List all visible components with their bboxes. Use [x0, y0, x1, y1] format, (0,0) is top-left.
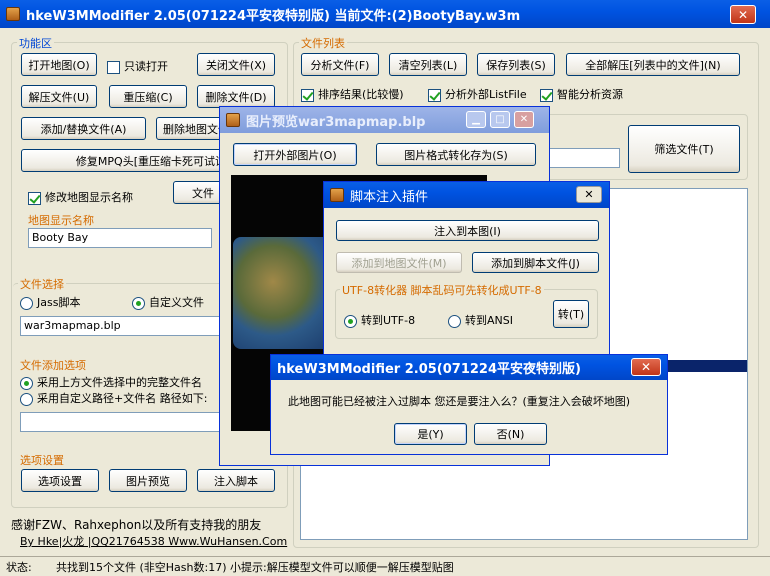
preview-app-icon — [226, 113, 240, 127]
main-title: hkeW3MModifier 2.05(071224平安夜特别版) 当前文件:(… — [26, 8, 521, 24]
open-external-image-button[interactable]: 打开外部图片(O) — [233, 143, 357, 166]
modify-name-checkbox[interactable]: 修改地图显示名称 — [28, 189, 133, 205]
map-name-input[interactable]: Booty Bay — [28, 228, 212, 248]
smart-analyze-label: 智能分析资源 — [557, 88, 623, 101]
inject-titlebar: 脚本注入插件 ✕ — [324, 182, 609, 208]
main-close-button[interactable]: ✕ — [730, 5, 756, 24]
use-custom-path-label: 采用自定义路径+文件名 路径如下: — [37, 392, 208, 405]
use-full-name-radio[interactable]: 采用上方文件选择中的完整文件名 — [20, 374, 202, 390]
custom-file-radio[interactable]: 自定义文件 — [132, 294, 204, 310]
sort-results-checkbox[interactable]: 排序结果(比较慢) — [301, 86, 404, 102]
options-group-label: 选项设置 — [18, 452, 66, 468]
app-icon — [6, 7, 20, 21]
selected-row[interactable] — [665, 360, 747, 372]
fix-mpq-button[interactable]: 修复MPQ头[重压缩卡死可试试 — [21, 149, 231, 172]
preview-titlebar: 图片预览war3mapmap.blp ▁ □ ✕ — [220, 107, 549, 133]
inject-title: 脚本注入插件 — [350, 189, 429, 205]
to-ansi-icon — [448, 314, 461, 328]
utf8-group-label: UTF-8转化器 脚本乱码可先转化成UTF-8 — [340, 282, 544, 298]
map-land-shape — [233, 237, 333, 349]
jass-radio-icon — [20, 296, 33, 310]
preview-title: 图片预览war3mapmap.blp — [246, 114, 426, 130]
to-ansi-radio[interactable]: 转到ANSI — [448, 312, 513, 328]
readonly-label: 只读打开 — [124, 60, 168, 73]
dialog-title: hkeW3MModifier 2.05(071224平安夜特别版) — [277, 362, 581, 377]
analyze-external-checkbox[interactable]: 分析外部ListFile — [428, 86, 527, 102]
dialog-close-button[interactable]: ✕ — [631, 358, 661, 376]
preview-minimize-button[interactable]: ▁ — [466, 111, 486, 128]
main-titlebar: hkeW3MModifier 2.05(071224平安夜特别版) 当前文件:(… — [0, 0, 770, 28]
convert-button[interactable]: 转(T) — [553, 300, 589, 328]
confirm-dialog: hkeW3MModifier 2.05(071224平安夜特别版) ✕ 此地图可… — [270, 354, 668, 455]
preview-close-button[interactable]: ✕ — [514, 111, 534, 128]
to-utf8-radio[interactable]: 转到UTF-8 — [344, 312, 415, 328]
add-options-label: 文件添加选项 — [18, 357, 88, 373]
sort-results-label: 排序结果(比较慢) — [318, 88, 404, 101]
use-full-name-label: 采用上方文件选择中的完整文件名 — [37, 376, 202, 389]
dialog-message: 此地图可能已经被注入过脚本 您还是要注入么？(重复注入会破坏地图) — [288, 395, 631, 408]
custom-path-input[interactable] — [20, 412, 225, 432]
custom-file-radio-icon — [132, 296, 145, 310]
file-select-input[interactable]: war3mapmap.blp — [20, 316, 225, 336]
extract-file-button[interactable]: 解压文件(U) — [21, 85, 97, 108]
status-text: 共找到15个文件 (非空Hash数:17) 小提示:解压模型文件可以顺便一解压模… — [56, 560, 454, 574]
add-replace-button[interactable]: 添加/替换文件(A) — [21, 117, 146, 140]
to-ansi-label: 转到ANSI — [465, 314, 513, 327]
save-list-button[interactable]: 保存列表(S) — [477, 53, 555, 76]
sort-results-icon — [301, 88, 314, 102]
add-to-map-file-button: 添加到地图文件(M) — [336, 252, 462, 273]
analyze-external-label: 分析外部ListFile — [445, 88, 527, 101]
recompress-button[interactable]: 重压缩(C) — [109, 85, 187, 108]
dialog-titlebar: hkeW3MModifier 2.05(071224平安夜特别版) ✕ — [271, 355, 667, 380]
smart-analyze-icon — [540, 88, 553, 102]
delete-file-button[interactable]: 删除文件(D) — [197, 85, 275, 108]
image-preview-button[interactable]: 图片预览 — [109, 469, 187, 492]
readonly-check-icon — [107, 60, 120, 74]
dialog-no-button[interactable]: 否(N) — [474, 423, 547, 445]
filter-input[interactable] — [545, 148, 620, 168]
inject-window: 脚本注入插件 ✕ 注入到本图(I) 添加到地图文件(M) 添加到脚本文件(J) … — [323, 181, 610, 359]
clear-list-button[interactable]: 清空列表(L) — [389, 53, 467, 76]
inject-close-button[interactable]: ✕ — [576, 186, 602, 203]
close-file-button[interactable]: 关闭文件(X) — [197, 53, 275, 76]
analyze-file-button[interactable]: 分析文件(F) — [301, 53, 379, 76]
func-group-label: 功能区 — [17, 35, 54, 51]
to-utf8-icon — [344, 314, 357, 328]
file-select-label: 文件选择 — [18, 276, 66, 292]
readonly-checkbox[interactable]: 只读打开 — [107, 58, 168, 74]
preview-maximize-button[interactable]: □ — [490, 111, 510, 128]
use-full-name-icon — [20, 376, 33, 390]
jass-radio[interactable]: Jass脚本 — [20, 294, 80, 310]
filter-file-button[interactable]: 筛选文件(T) — [628, 125, 740, 173]
to-utf8-label: 转到UTF-8 — [361, 314, 416, 327]
file-list-label: 文件列表 — [299, 35, 347, 51]
extract-all-button[interactable]: 全部解压[列表中的文件](N) — [566, 53, 740, 76]
use-custom-path-icon — [20, 392, 33, 406]
inject-to-map-button[interactable]: 注入到本图(I) — [336, 220, 599, 241]
status-bar: 状态: 共找到15个文件 (非空Hash数:17) 小提示:解压模型文件可以顺便… — [0, 556, 770, 576]
map-name-label: 地图显示名称 — [28, 214, 94, 227]
open-map-button[interactable]: 打开地图(O) — [21, 53, 97, 76]
add-to-script-file-button[interactable]: 添加到脚本文件(J) — [472, 252, 599, 273]
jass-label: Jass脚本 — [37, 296, 81, 309]
smart-analyze-checkbox[interactable]: 智能分析资源 — [540, 86, 623, 102]
custom-file-label: 自定义文件 — [149, 296, 204, 309]
status-label: 状态: — [6, 560, 32, 574]
analyze-external-icon — [428, 88, 441, 102]
thanks-text: 感谢FZW、Rahxephon以及所有支持我的朋友 — [11, 518, 262, 532]
credit-link[interactable]: By Hke|火龙 |QQ21764538 Www.WuHansen.Com — [20, 533, 287, 549]
use-custom-path-radio[interactable]: 采用自定义路径+文件名 路径如下: — [20, 390, 207, 406]
modify-name-label: 修改地图显示名称 — [45, 191, 133, 204]
modify-name-check-icon — [28, 191, 41, 205]
inject-app-icon — [330, 188, 344, 202]
dialog-yes-button[interactable]: 是(Y) — [394, 423, 467, 445]
convert-save-button[interactable]: 图片格式转化存为(S) — [376, 143, 536, 166]
options-button[interactable]: 选项设置 — [21, 469, 99, 492]
inject-script-button[interactable]: 注入脚本 — [197, 469, 275, 492]
